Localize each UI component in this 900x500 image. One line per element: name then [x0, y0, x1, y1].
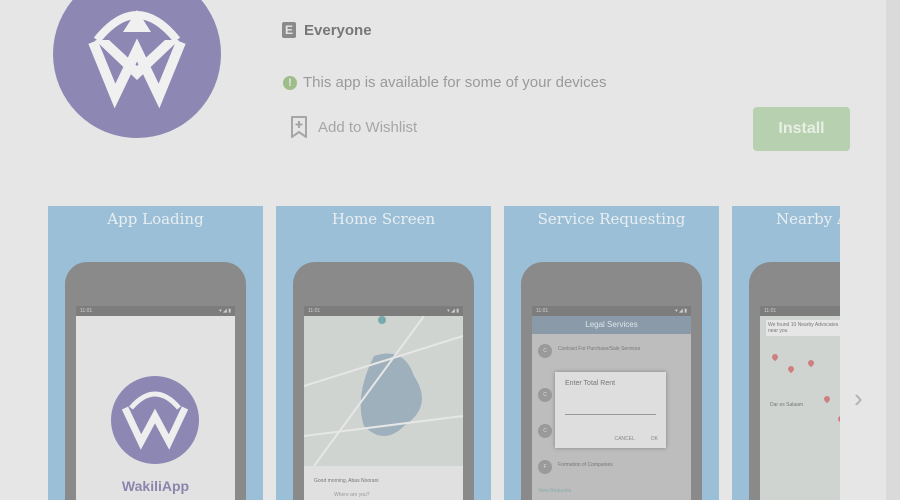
phone-frame: 11:01 ▾ ◢ ▮ Legal Services C Contract For… — [521, 262, 702, 500]
map-pin-icon[interactable] — [770, 352, 780, 362]
service-badge: C — [538, 388, 552, 402]
service-item[interactable]: Formation of Companies — [558, 462, 613, 468]
app-logo-small — [111, 376, 199, 464]
status-bar: 11:01▾ ◢ ▮ — [76, 306, 235, 316]
legal-services-header: Legal Services — [532, 316, 691, 334]
esrb-rating-icon: E — [282, 22, 296, 38]
rent-input[interactable] — [565, 414, 656, 415]
availability-text: This app is available for some of your d… — [303, 74, 607, 91]
screenshot-nearby[interactable]: Nearby A 11:01▾ ◢ ▮ We found 10 Nearby A… — [732, 206, 840, 500]
dialog-title: Enter Total Rent — [565, 380, 616, 387]
service-badge: F — [538, 460, 552, 474]
phone-frame: 11:01 ▾ ◢ ▮ Good morning, Abas Noorani Wh… — [293, 262, 474, 500]
wishlist-label: Add to Wishlist — [318, 118, 418, 136]
location-search-input[interactable]: Where are you? — [334, 492, 370, 498]
service-badge: C — [538, 344, 552, 358]
install-button[interactable]: Install — [753, 107, 850, 151]
map-city-label: Dar es Salaam — [770, 402, 804, 408]
phone-screen: 11:01▾ ◢ ▮ We found 10 Nearby Advocates … — [760, 306, 840, 500]
map-pin-icon[interactable] — [786, 364, 796, 374]
nearby-banner: We found 10 Nearby Advocates near you — [766, 320, 840, 336]
availability-notice: ! This app is available for some of your… — [283, 74, 606, 91]
status-bar: 11:01▾ ◢ ▮ — [532, 306, 691, 316]
status-bar: 11:01▾ ◢ ▮ — [760, 306, 840, 316]
page-scrollbar[interactable] — [886, 0, 900, 500]
service-item[interactable]: Contract For Purchase/Sale Services — [558, 346, 640, 352]
content-rating: E Everyone — [282, 20, 372, 40]
status-bar: 11:01▾ ◢ ▮ — [304, 306, 463, 316]
bookmark-plus-icon — [291, 116, 307, 138]
screenshot-carousel: App Loading 11:01 ▾ ◢ ▮ WakiliApp Home Sc… — [48, 206, 840, 500]
app-brand-name: WakiliApp — [121, 478, 190, 494]
info-icon: ! — [283, 75, 297, 90]
phone-frame: 11:01▾ ◢ ▮ We found 10 Nearby Advocates … — [749, 262, 840, 500]
service-badge: C — [538, 424, 552, 438]
screenshot-service-requesting[interactable]: Service Requesting 11:01 ▾ ◢ ▮ Legal Serv… — [504, 206, 719, 500]
dialog-ok-button[interactable]: OK — [651, 436, 658, 442]
screenshot-title: Service Requesting — [537, 210, 686, 228]
carousel-next-chevron-icon[interactable]: › — [854, 385, 872, 411]
app-logo — [53, 0, 221, 138]
screenshot-app-loading[interactable]: App Loading 11:01 ▾ ◢ ▮ WakiliApp — [48, 206, 263, 500]
content-rating-label: Everyone — [304, 21, 372, 39]
app-details-card: E Everyone ! This app is available for s… — [0, 0, 886, 500]
map-pin-icon[interactable] — [806, 358, 816, 368]
view-requests-button[interactable]: View Requests — [538, 488, 571, 494]
screenshot-home-screen[interactable]: Home Screen 11:01 ▾ ◢ ▮ Good morning, Aba… — [276, 206, 491, 500]
screenshot-title: App Loading — [107, 210, 204, 228]
phone-screen: 11:01 ▾ ◢ ▮ WakiliApp — [76, 306, 235, 500]
phone-screen: 11:01 ▾ ◢ ▮ Good morning, Abas Noorani Wh… — [304, 306, 463, 500]
screenshot-title: Home Screen — [331, 210, 436, 228]
rent-dialog: Enter Total Rent CANCEL OK — [555, 372, 666, 448]
map-view[interactable] — [304, 315, 463, 467]
add-to-wishlist-button[interactable]: Add to Wishlist — [290, 116, 417, 138]
map-pin-icon[interactable] — [836, 414, 840, 424]
map-pin-icon[interactable] — [822, 394, 832, 404]
phone-frame: 11:01 ▾ ◢ ▮ WakiliApp — [65, 262, 246, 500]
screenshot-title: Nearby A — [776, 210, 840, 228]
dialog-cancel-button[interactable]: CANCEL — [614, 436, 634, 442]
greeting-text: Good morning, Abas Noorani — [314, 478, 379, 484]
phone-screen: 11:01 ▾ ◢ ▮ Legal Services C Contract For… — [532, 306, 691, 500]
